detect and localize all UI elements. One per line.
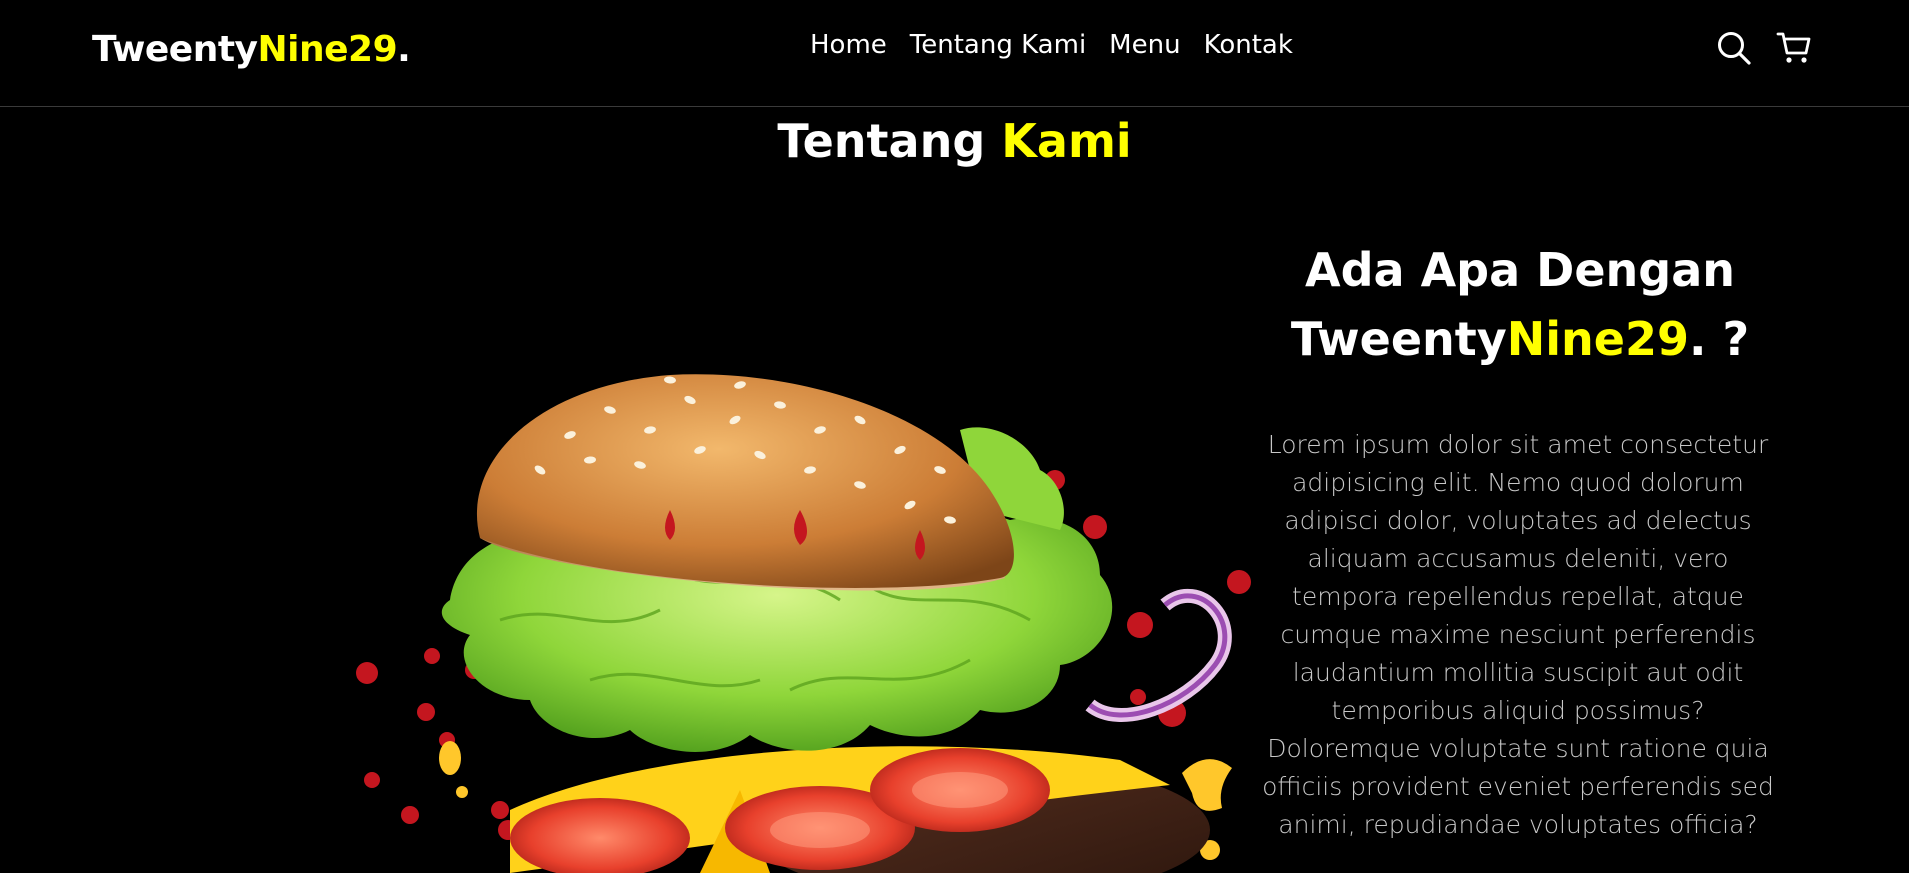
about-heading-brand2: Nine29	[1506, 312, 1689, 366]
nav-link-tentang-kami[interactable]: Tentang Kami	[910, 30, 1086, 60]
about-paragraph-2: Doloremque voluptate sunt ratione quia o…	[1262, 734, 1774, 839]
nav-link-menu[interactable]: Menu	[1109, 30, 1180, 60]
section-title: Tentang Kami	[0, 114, 1909, 168]
about-text: Lorem ipsum dolor sit amet consectetur a…	[1262, 426, 1774, 844]
about-paragraph-1: Lorem ipsum dolor sit amet consectetur a…	[1267, 430, 1769, 725]
brand-part1: Tweenty	[92, 29, 258, 70]
nav-link-home[interactable]: Home	[810, 30, 887, 60]
search-icon[interactable]	[1716, 30, 1752, 66]
section-title-part2: Kami	[1001, 114, 1132, 168]
navbar: TweentyNine29. Home Tentang Kami Menu Ko…	[0, 0, 1909, 107]
burger-image	[356, 374, 1251, 873]
brand-part2: Nine29	[257, 29, 398, 70]
about-heading-line1: Ada Apa Dengan	[1304, 243, 1735, 297]
nav-icons	[1716, 30, 1812, 66]
nav-links: Home Tentang Kami Menu Kontak	[810, 30, 1293, 60]
section-title-part1: Tentang	[777, 114, 1002, 168]
nav-link-kontak[interactable]: Kontak	[1204, 30, 1293, 60]
brand-dot: .	[397, 29, 411, 70]
cart-icon[interactable]	[1776, 30, 1812, 66]
about-heading-brand1: Tweenty	[1290, 312, 1507, 366]
page: TweentyNine29. Home Tentang Kami Menu Ko…	[0, 0, 1909, 873]
about-heading-suffix: . ?	[1689, 312, 1750, 366]
brand-logo[interactable]: TweentyNine29.	[92, 29, 411, 70]
about-heading: Ada Apa Dengan TweentyNine29. ?	[1270, 236, 1770, 374]
